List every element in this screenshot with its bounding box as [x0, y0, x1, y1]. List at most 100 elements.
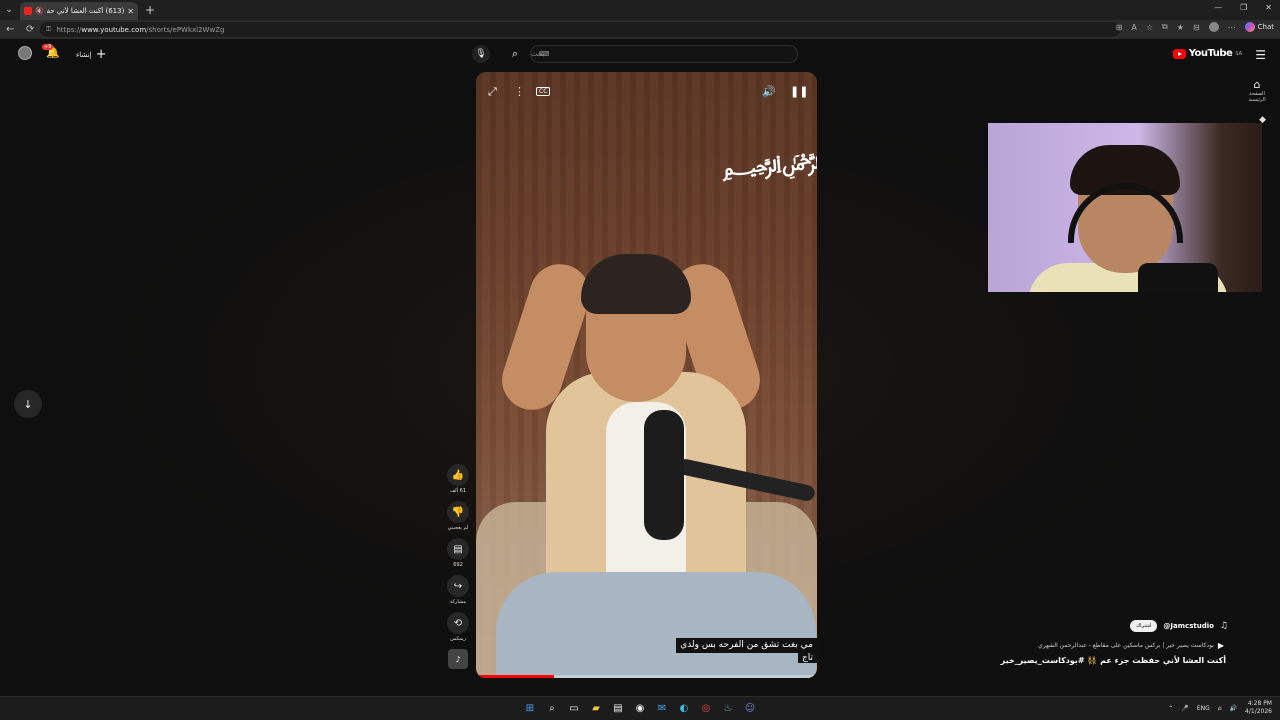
- collections-icon[interactable]: ⊟: [1193, 23, 1200, 32]
- sound-thumbnail[interactable]: ♪: [444, 649, 472, 669]
- home-label: الصفحة الرئيسية: [1248, 91, 1266, 103]
- network-icon[interactable]: ⌂: [1218, 705, 1222, 712]
- back-icon[interactable]: ←: [6, 24, 20, 35]
- fullscreen-icon[interactable]: ⤢: [488, 85, 497, 99]
- taskbar-search-icon[interactable]: ⌕: [545, 701, 559, 715]
- short-title: أكنت العشا لأني حفظت جزء عم 👯 #بودكاست_ي…: [1000, 656, 1226, 665]
- channel-handle[interactable]: @Jamcstudio: [1163, 622, 1214, 630]
- close-window-icon[interactable]: ✕: [1265, 3, 1272, 12]
- read-aloud-icon[interactable]: A: [1131, 23, 1136, 32]
- share-action[interactable]: ↪ مشاركة: [444, 575, 472, 605]
- clock-date: 4/1/2026: [1245, 708, 1272, 715]
- menu-hamburger-icon[interactable]: ☰: [1255, 48, 1266, 62]
- edge-browser-icon[interactable]: ◐: [677, 701, 691, 715]
- youtube-play-logo-icon: [1172, 48, 1186, 59]
- steam-icon[interactable]: ♨: [721, 701, 735, 715]
- chrome-icon[interactable]: ◎: [699, 701, 713, 715]
- create-button[interactable]: إنشاء +: [76, 47, 106, 62]
- plus-icon: +: [95, 47, 107, 62]
- split-screen-icon[interactable]: ⊞: [1116, 23, 1123, 32]
- browser-tab-active[interactable]: 🔇 (613) أكنت العشا لأني حفظت - YouTube ✕: [20, 2, 138, 20]
- youtube-favicon-icon: [24, 7, 32, 15]
- dislike-action[interactable]: 👎 لم يعجبني: [444, 501, 472, 531]
- home-icon: ⌂: [1253, 78, 1261, 91]
- clock[interactable]: 4:28 PM 4/1/2026: [1245, 700, 1272, 716]
- subtitle-line-1: مي بغت تشق من الفرحه بس ولدي: [676, 638, 817, 653]
- volume-tray-icon[interactable]: 🔊: [1230, 705, 1237, 712]
- captions-icon[interactable]: CC: [536, 87, 551, 96]
- audio-thumbnail-icon: ♪: [448, 649, 468, 669]
- short-video-player[interactable]: ﷽ ⤢ ⋮ CC 🔊 ❚❚ مي بغت تشق من الفرحه بس ول…: [476, 72, 817, 678]
- tab-title: (613) أكنت العشا لأني حفظت - YouTube: [46, 7, 125, 15]
- subscribe-button[interactable]: اشتراك: [1130, 620, 1158, 632]
- search-icon[interactable]: ⌕: [505, 45, 525, 63]
- microphone-tray-icon[interactable]: 🎤: [1181, 705, 1188, 712]
- remix-label: ريمكس: [450, 636, 466, 642]
- account-avatar[interactable]: [18, 46, 32, 60]
- keyboard-icon[interactable]: ⌨: [539, 50, 549, 58]
- url-prefix: https://: [56, 25, 82, 34]
- window-controls: — ❐ ✕: [1214, 3, 1272, 12]
- refresh-icon[interactable]: ⟳: [26, 24, 40, 35]
- search-input[interactable]: ⌨ بحث: [530, 45, 798, 63]
- taskbar-apps: ⊞ ⌕ ▭ ▰ ▤ ◉ ✉ ◐ ◎ ♨ ☺: [523, 701, 757, 715]
- youtube-logo-text: YouTube: [1188, 48, 1233, 59]
- profile-avatar[interactable]: [1208, 22, 1219, 32]
- file-explorer-icon[interactable]: ▰: [589, 701, 603, 715]
- tab-mute-icon[interactable]: 🔇: [35, 7, 44, 15]
- more-options-icon[interactable]: ⋮: [514, 85, 525, 98]
- video-progress-bar[interactable]: [476, 675, 817, 678]
- video-microphone: [644, 410, 684, 540]
- voice-search-mic-icon[interactable]: 🎙: [472, 45, 490, 63]
- tab-close-icon[interactable]: ✕: [127, 7, 134, 16]
- new-tab-button[interactable]: +: [145, 3, 155, 17]
- copilot-chat-button[interactable]: Chat: [1244, 22, 1274, 32]
- windows-taskbar: ⊞ ⌕ ▭ ▰ ▤ ◉ ✉ ◐ ◎ ♨ ☺ ⌃ 🎤 ENG ⌂ 🔊 4:28 P…: [0, 696, 1280, 720]
- youtube-logo[interactable]: YouTube SA: [1172, 48, 1242, 59]
- like-count: 61 ألف: [449, 488, 467, 494]
- discord-icon[interactable]: ☺: [743, 701, 757, 715]
- comment-icon[interactable]: ▤: [447, 538, 469, 560]
- channel-avatar-icon[interactable]: ♫: [1220, 621, 1228, 631]
- copilot-icon: [1244, 22, 1255, 32]
- address-bar[interactable]: ⚿ https://www.youtube.com/shorts/ePWkxl2…: [40, 22, 1120, 37]
- site-info-icon[interactable]: ⚿: [46, 25, 51, 34]
- language-indicator[interactable]: ENG: [1197, 705, 1210, 712]
- browser-tab-bar: ⌄ 🔇 (613) أكنت العشا لأني حفظت - YouTube…: [0, 0, 1280, 20]
- channel-row: اشتراك @Jamcstudio ♫: [1130, 620, 1228, 632]
- system-tray: ⌃ 🎤 ENG ⌂ 🔊 4:28 PM 4/1/2026: [1168, 700, 1272, 716]
- share-label: مشاركة: [449, 599, 467, 605]
- mail-icon[interactable]: ✉: [655, 701, 669, 715]
- playlist-text: بودكاست يصير خير | بركس ماسكين على مقاطع…: [1038, 642, 1214, 649]
- like-action[interactable]: 👍 61 ألف: [444, 464, 472, 494]
- windows-start-icon[interactable]: ⊞: [523, 701, 537, 715]
- tray-overflow-icon[interactable]: ⌃: [1168, 705, 1173, 712]
- tab-list-dropdown[interactable]: ⌄: [0, 0, 18, 20]
- like-icon[interactable]: 👍: [447, 464, 469, 486]
- restore-icon[interactable]: ❐: [1240, 3, 1247, 12]
- video-hair: [581, 254, 691, 314]
- nav-home[interactable]: ⌂ الصفحة الرئيسية: [1242, 78, 1272, 103]
- remix-icon[interactable]: ⟲: [447, 612, 469, 634]
- task-view-icon[interactable]: ▭: [567, 701, 581, 715]
- dislike-icon[interactable]: 👎: [447, 501, 469, 523]
- pause-icon[interactable]: ❚❚: [790, 85, 808, 98]
- notepad-icon[interactable]: ▤: [611, 701, 625, 715]
- favorites-icon[interactable]: ★: [1177, 23, 1184, 32]
- remix-action[interactable]: ⟲ ريمكس: [444, 612, 472, 642]
- share-icon[interactable]: ↪: [447, 575, 469, 597]
- favorite-star-icon[interactable]: ☆: [1146, 23, 1153, 32]
- obs-icon[interactable]: ◉: [633, 701, 647, 715]
- playlist-play-icon: ▶: [1217, 641, 1224, 650]
- extensions-icon[interactable]: ⧉: [1162, 22, 1168, 32]
- notifications-bell-icon[interactable]: 🔔 +9: [42, 44, 60, 59]
- url-host: www.youtube.com: [81, 25, 147, 34]
- comments-action[interactable]: ▤ 692: [444, 538, 472, 568]
- short-actions: 👍 61 ألف 👎 لم يعجبني ▤ 692 ↪ مشاركة ⟲ ري…: [444, 464, 472, 676]
- playlist-link[interactable]: ▶ بودكاست يصير خير | بركس ماسكين على مقا…: [1038, 641, 1224, 650]
- minimize-icon[interactable]: —: [1214, 3, 1222, 12]
- volume-icon[interactable]: 🔊: [762, 85, 776, 98]
- settings-more-icon[interactable]: ⋯: [1228, 23, 1236, 32]
- next-short-button[interactable]: ↓: [14, 390, 42, 418]
- webcam-microphone: [1138, 263, 1218, 292]
